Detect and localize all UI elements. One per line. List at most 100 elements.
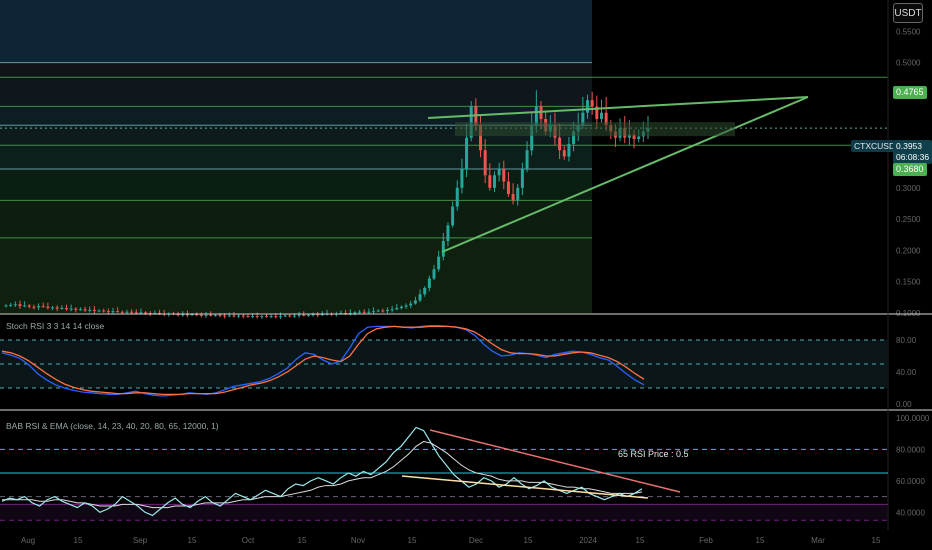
upper-level-tag: 0.4765 xyxy=(893,86,927,99)
candle-body xyxy=(18,304,22,307)
candle-body xyxy=(125,311,129,313)
candle-body xyxy=(395,307,399,310)
candle-body xyxy=(492,175,496,188)
candle-body xyxy=(204,314,208,316)
candle-body xyxy=(227,315,231,317)
candle-body xyxy=(404,305,408,307)
rsi-axis-tick: 80.0000 xyxy=(896,445,925,454)
rsi-indicator-title[interactable]: BAB RSI & EMA (close, 14, 23, 40, 20, 80… xyxy=(6,421,219,431)
candle-body xyxy=(74,308,78,310)
rsi-support-line xyxy=(401,475,649,499)
candle-body xyxy=(102,310,106,312)
candle-body xyxy=(134,312,138,314)
price-axis-tick: 0.5000 xyxy=(896,59,921,68)
candle-body xyxy=(69,308,73,310)
current-price-label: 0.3953 xyxy=(896,141,922,151)
candle-body xyxy=(92,309,96,312)
candle-body xyxy=(390,309,394,311)
time-axis-tick: 15 xyxy=(756,536,765,545)
rsi-axis-tick: 60.0000 xyxy=(896,477,925,486)
candle-body xyxy=(111,311,115,313)
candle-body xyxy=(237,315,241,317)
candle-body xyxy=(32,306,36,308)
time-axis-tick: 15 xyxy=(524,536,533,545)
candle-body xyxy=(376,310,380,312)
candle-countdown-label: 06:08:36 xyxy=(896,152,930,162)
currency-toggle-button[interactable]: USDT xyxy=(893,3,923,23)
candle-body xyxy=(488,175,492,188)
candle-body xyxy=(516,187,520,201)
stoch-axis-tick: 40.00 xyxy=(896,368,917,377)
rsi-axis-tick: 40.0000 xyxy=(896,508,925,517)
candle-body xyxy=(288,315,292,317)
stoch-indicator-title[interactable]: Stoch RSI 3 3 14 14 close xyxy=(6,321,104,331)
candle-body xyxy=(451,206,455,226)
candle-body xyxy=(251,316,255,318)
candle-body xyxy=(199,314,203,316)
price-axis-tick: 0.1500 xyxy=(896,278,921,287)
candle-body xyxy=(120,311,124,313)
candle-body xyxy=(51,307,55,309)
candle-body xyxy=(302,314,306,316)
time-axis-tick: Sep xyxy=(133,536,148,545)
candle-body xyxy=(246,316,250,318)
rsi-ema-line xyxy=(2,441,643,509)
candle-body xyxy=(139,312,143,314)
price-axis-tick: 0.5500 xyxy=(896,27,921,36)
candle-body xyxy=(64,307,68,310)
candle-body xyxy=(385,309,389,312)
candle-body xyxy=(372,311,376,313)
rsi-oversold-band xyxy=(0,504,888,521)
candle-body xyxy=(423,287,427,295)
price-axis-tick: 0.2000 xyxy=(896,246,921,255)
candle-body xyxy=(232,315,236,317)
candle-body xyxy=(637,136,641,139)
candle-body xyxy=(427,278,431,288)
fib-band xyxy=(0,200,592,238)
candle-body xyxy=(83,309,87,311)
current-price-box: 0.3953 06:08:36 xyxy=(893,140,932,164)
candle-body xyxy=(241,315,245,317)
candle-body xyxy=(223,315,227,317)
time-axis-tick: 15 xyxy=(872,536,881,545)
upper-band xyxy=(0,0,592,63)
candle-body xyxy=(455,187,459,207)
time-axis-tick: Aug xyxy=(21,536,35,545)
candle-body xyxy=(511,194,515,201)
candle-body xyxy=(255,316,259,318)
candle-body xyxy=(562,150,566,157)
candle-body xyxy=(97,310,101,312)
candle-body xyxy=(27,305,31,307)
fib-band xyxy=(0,237,592,313)
candle-body xyxy=(4,305,8,307)
time-axis-tick: Dec xyxy=(469,536,483,545)
time-axis-tick: Mar xyxy=(811,536,825,545)
candle-body xyxy=(460,169,464,188)
time-axis-tick: 2024 xyxy=(579,536,597,545)
trading-chart[interactable]: 0.55000.50000.45000.30000.25000.20000.15… xyxy=(0,0,932,550)
candle-body xyxy=(55,307,59,309)
candle-body xyxy=(218,314,222,316)
lower-level-tag: 0.3680 xyxy=(893,163,927,176)
candle-body xyxy=(599,112,603,119)
candle-body xyxy=(23,305,27,307)
candle-body xyxy=(106,311,110,313)
candle-body xyxy=(497,169,501,176)
candle-body xyxy=(441,241,445,257)
candle-body xyxy=(13,304,17,306)
candle-body xyxy=(116,311,120,313)
candle-body xyxy=(409,303,413,306)
time-axis-tick: Oct xyxy=(242,536,255,545)
candle-body xyxy=(9,304,13,306)
rsi-line xyxy=(1,426,643,517)
candle-body xyxy=(283,315,287,317)
candle-body xyxy=(483,150,487,176)
stoch-axis-tick: 80.00 xyxy=(896,336,917,345)
candle-body xyxy=(60,307,64,309)
candle-body xyxy=(292,315,296,317)
candle-body xyxy=(381,310,385,312)
rsi-price-annotation: 65 RSI Price : 0.5 xyxy=(618,449,689,459)
candle-body xyxy=(502,169,506,182)
candle-body xyxy=(520,169,524,188)
candle-body xyxy=(88,309,92,311)
